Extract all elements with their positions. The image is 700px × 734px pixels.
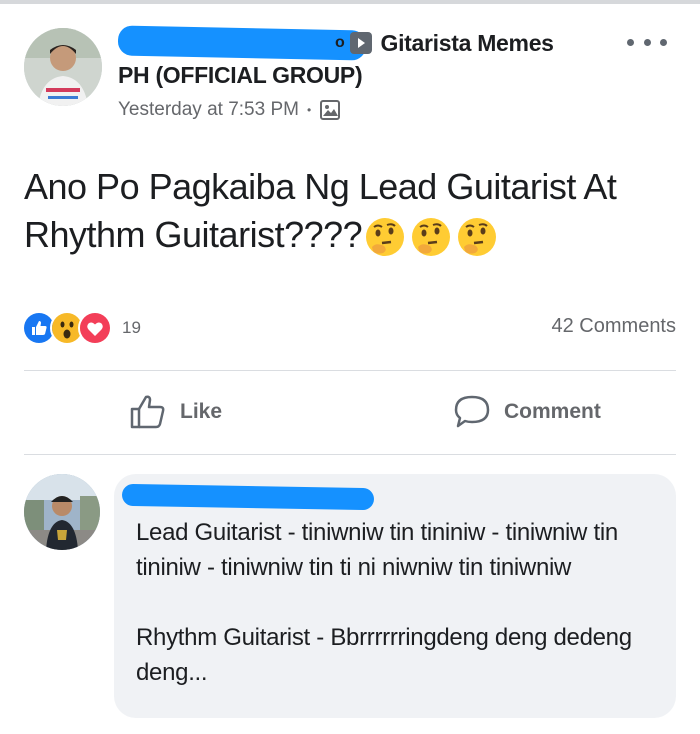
emoji-row bbox=[364, 216, 498, 258]
redacted-author-name bbox=[117, 25, 367, 61]
divider bbox=[24, 370, 676, 371]
post-text: Ano Po Pagkaiba Ng Lead Guitarist At Rhy… bbox=[24, 166, 617, 255]
comment-text: Lead Guitarist - tiniwniw tin tininiw - … bbox=[136, 519, 632, 686]
post-meta: Yesterday at 7:53 PM • bbox=[118, 99, 341, 121]
divider bbox=[24, 454, 676, 455]
post-timestamp[interactable]: Yesterday at 7:53 PM bbox=[118, 99, 299, 121]
like-label: Like bbox=[180, 400, 223, 423]
thinking-face-icon bbox=[458, 218, 497, 257]
redacted-commenter-name bbox=[121, 483, 375, 511]
post-header: o Gitarista Memes bbox=[335, 28, 554, 58]
comment-bubble-icon bbox=[454, 395, 490, 428]
reaction-count: 19 bbox=[122, 318, 141, 337]
group-name-suffix[interactable]: PH (OFFICIAL GROUP) bbox=[118, 62, 363, 89]
group-privacy-icon bbox=[320, 100, 341, 120]
love-reaction-icon bbox=[78, 311, 112, 345]
comment-label: Comment bbox=[504, 400, 601, 423]
meta-separator: • bbox=[306, 103, 312, 117]
play-arrow-icon bbox=[350, 32, 373, 54]
thinking-face-icon bbox=[412, 218, 451, 257]
more-options-icon[interactable] bbox=[627, 36, 667, 48]
top-border bbox=[0, 0, 700, 4]
group-name-link[interactable]: Gitarista Memes bbox=[380, 30, 554, 57]
post-author-avatar[interactable] bbox=[24, 28, 102, 106]
reaction-summary[interactable]: 19 bbox=[22, 311, 141, 345]
post-text-container: Ano Po Pagkaiba Ng Lead Guitarist At Rhy… bbox=[24, 163, 664, 259]
like-button[interactable]: Like bbox=[128, 392, 222, 432]
comment-button[interactable]: Comment bbox=[452, 392, 601, 432]
thumbs-up-icon bbox=[130, 395, 165, 429]
thinking-face-icon bbox=[366, 218, 405, 257]
author-name-tail: o bbox=[335, 34, 345, 51]
comments-count-link[interactable]: 42 Comments bbox=[552, 315, 677, 338]
commenter-avatar[interactable] bbox=[24, 474, 100, 550]
